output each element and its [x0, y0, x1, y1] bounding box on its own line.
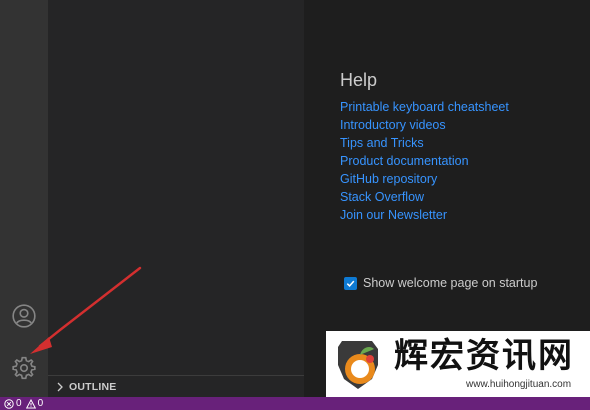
show-on-startup-checkbox[interactable] — [344, 276, 357, 290]
link-newsletter[interactable]: Join our Newsletter — [340, 208, 447, 222]
account-icon — [12, 304, 36, 328]
list-item: Printable keyboard cheatsheet — [340, 99, 509, 117]
errors-count: 0 — [16, 398, 22, 409]
list-item: Product documentation — [340, 153, 509, 171]
side-bar: OUTLINE — [48, 0, 304, 397]
outline-label: OUTLINE — [69, 380, 117, 393]
status-bar: 0 0 — [0, 397, 590, 410]
list-item: Introductory videos — [340, 117, 509, 135]
account-button[interactable] — [8, 300, 40, 332]
activity-bar — [0, 0, 48, 397]
problems-warnings[interactable]: 0 — [25, 398, 44, 409]
checkmark-icon — [346, 280, 355, 287]
link-keyboard-cheatsheet[interactable]: Printable keyboard cheatsheet — [340, 100, 509, 114]
link-stack-overflow[interactable]: Stack Overflow — [340, 190, 424, 204]
watermark-url: www.huihongjituan.com — [466, 379, 572, 390]
error-icon — [4, 398, 14, 409]
warnings-count: 0 — [37, 398, 44, 409]
show-on-startup-row: Show welcome page on startup — [344, 276, 537, 290]
watermark-logo-icon — [338, 341, 378, 389]
help-links-list: Printable keyboard cheatsheet Introducto… — [340, 99, 509, 225]
list-item: GitHub repository — [340, 171, 509, 189]
list-item: Join our Newsletter — [340, 207, 509, 225]
outline-section-header[interactable]: OUTLINE — [48, 375, 304, 397]
show-on-startup-label: Show welcome page on startup — [363, 276, 538, 290]
link-github-repository[interactable]: GitHub repository — [340, 172, 437, 186]
help-title: Help — [340, 70, 378, 90]
watermark-text: 辉宏资讯网 — [394, 336, 574, 376]
list-item: Tips and Tricks — [340, 135, 509, 153]
link-introductory-videos[interactable]: Introductory videos — [340, 118, 446, 132]
problems-errors[interactable]: 0 — [4, 398, 22, 409]
gear-icon — [12, 356, 36, 380]
link-tips-and-tricks[interactable]: Tips and Tricks — [340, 136, 424, 150]
link-product-documentation[interactable]: Product documentation — [340, 154, 469, 168]
manage-button[interactable] — [8, 352, 40, 384]
chevron-right-icon — [57, 382, 63, 391]
watermark: 辉宏资讯网 www.huihongjituan.com — [326, 331, 590, 397]
warning-icon — [25, 398, 36, 408]
list-item: Stack Overflow — [340, 189, 509, 207]
